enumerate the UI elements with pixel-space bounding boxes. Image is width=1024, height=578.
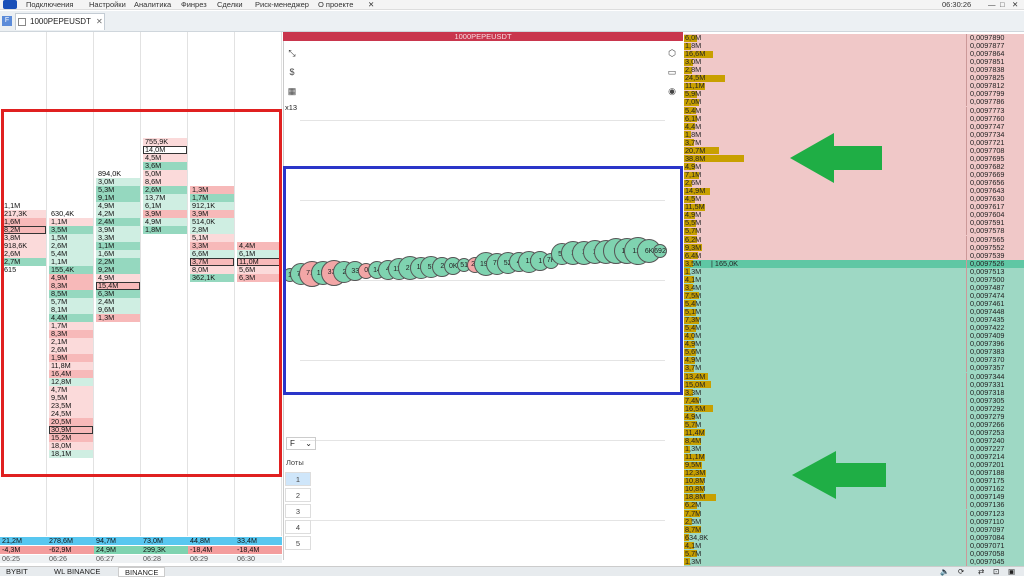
app-logo-icon — [3, 0, 17, 9]
lot-2[interactable]: 2 — [285, 488, 311, 502]
cluster-volume: 33,4M — [235, 537, 282, 545]
tab-checkbox-icon[interactable] — [18, 18, 26, 26]
cluster-volume: 94,7M — [94, 537, 141, 545]
current-price-volume: | 165,0K — [711, 258, 739, 268]
chevron-down-icon: ⌄ — [305, 439, 312, 448]
tab-title: 1000PEPEUSDT — [30, 17, 91, 26]
lots-title: Лоты — [286, 458, 304, 467]
close-window-icon[interactable]: ✕ — [1012, 0, 1018, 10]
close-tab-icon[interactable]: ✕ — [96, 17, 103, 26]
cluster-volume: 278,6M — [47, 537, 94, 545]
lot-3[interactable]: 3 — [285, 504, 311, 518]
mute-icon[interactable]: ✕ — [368, 0, 374, 10]
cluster-volume: 73,0M — [141, 537, 188, 545]
futures-badge: F — [2, 16, 12, 26]
cluster-time: 06:30 — [235, 555, 282, 563]
dom-price: 0,0097045 — [966, 557, 1024, 566]
cluster-time: 06:26 — [47, 555, 94, 563]
annotation-blue-box — [283, 166, 683, 395]
status-bar: BYBIT WL BINANCE BINANCE 🔈 ⟳ ⇄ ⊡ ▣ — [0, 566, 1024, 577]
arrow-left-icon — [790, 133, 882, 183]
cluster-volume: 21,2M — [0, 537, 47, 545]
menu-analytics[interactable]: Аналитика — [134, 0, 171, 10]
cluster-delta: -4,3M — [0, 546, 47, 554]
maximize-icon[interactable]: □ — [1000, 0, 1005, 10]
tab-1000pepeusdt[interactable]: 1000PEPEUSDT ✕ — [15, 13, 105, 30]
cluster-time: 06:28 — [141, 555, 188, 563]
grid-line — [300, 440, 665, 441]
lot-5[interactable]: 5 — [285, 536, 311, 550]
arrow-left-icon — [792, 451, 886, 499]
dom-volume: 1,3M — [685, 556, 702, 566]
grid-line — [300, 520, 665, 521]
cluster-delta: -18,4M — [188, 546, 235, 554]
cluster-delta: -62,9M — [47, 546, 94, 554]
zoom-level: x13 — [285, 103, 298, 112]
cluster-delta: 299,3K — [141, 546, 188, 554]
menu-settings[interactable]: Настройки — [89, 0, 126, 10]
cluster-volume: 44,8M — [188, 537, 235, 545]
cluster-time: 06:29 — [188, 555, 235, 563]
frame-select[interactable]: F ⌄ — [286, 437, 316, 450]
settings-hex-icon[interactable]: ⬡ — [666, 47, 678, 59]
cluster-delta: 24,9M — [94, 546, 141, 554]
cluster-delta: -18,4M — [235, 546, 282, 554]
minimize-icon[interactable]: — — [988, 0, 996, 10]
menu-about[interactable]: О проекте — [318, 0, 353, 10]
lot-4[interactable]: 4 — [285, 520, 311, 534]
eye-icon[interactable]: ◉ — [666, 85, 678, 97]
clock: 06:30:26 — [942, 0, 972, 9]
tab-bar: F — [0, 11, 1024, 32]
chart-scale-tool-icon[interactable]: ⤡ — [286, 47, 298, 59]
menu-trades[interactable]: Сделки — [217, 0, 243, 10]
layers-icon[interactable]: ▭ — [666, 66, 678, 78]
menu-finrez[interactable]: Финрез — [181, 0, 207, 10]
menu-bar: Подключения Настройки Аналитика Финрез С… — [0, 0, 1024, 10]
menu-risk-manager[interactable]: Риск-менеджер — [255, 0, 309, 10]
calculator-icon[interactable]: ▦ — [286, 85, 298, 97]
grid-line — [300, 120, 665, 121]
menu-connections[interactable]: Подключения — [26, 0, 73, 10]
annotation-red-box — [1, 109, 282, 477]
chart-symbol-header: 1000PEPEUSDT — [283, 32, 683, 41]
cluster-time: 06:27 — [94, 555, 141, 563]
cluster-time: 06:25 — [0, 555, 47, 563]
lot-1[interactable]: 1 — [285, 472, 311, 486]
dollar-icon[interactable]: $ — [286, 66, 298, 78]
